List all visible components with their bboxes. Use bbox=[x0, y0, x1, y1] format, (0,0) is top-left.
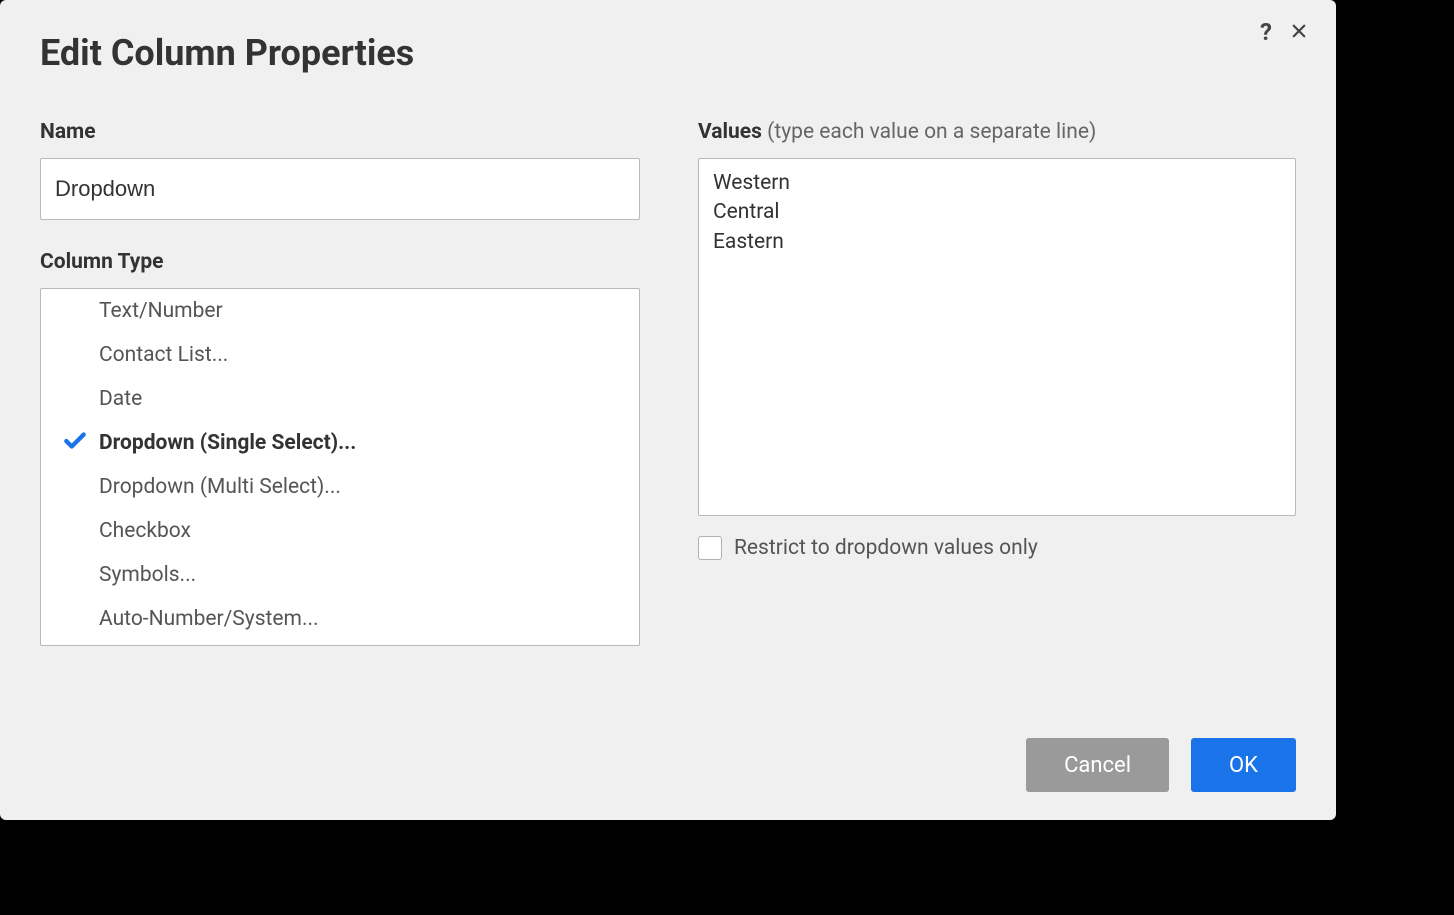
values-label-text: Values bbox=[698, 120, 762, 144]
edit-column-dialog: ? Edit Column Properties Name Column Typ… bbox=[0, 0, 1336, 820]
column-type-option[interactable]: Text/Number bbox=[41, 289, 639, 333]
restrict-checkbox[interactable] bbox=[698, 536, 722, 560]
column-type-option-label: Text/Number bbox=[99, 299, 223, 323]
ok-button[interactable]: OK bbox=[1191, 738, 1296, 792]
left-column: Name Column Type Text/Number Contact List… bbox=[40, 120, 640, 646]
restrict-row: Restrict to dropdown values only bbox=[698, 536, 1296, 560]
dialog-title: Edit Column Properties bbox=[40, 32, 1296, 74]
column-type-option[interactable]: Dropdown (Multi Select)... bbox=[41, 465, 639, 509]
dialog-controls: ? bbox=[1260, 20, 1308, 44]
column-type-label: Column Type bbox=[40, 250, 640, 274]
column-type-option[interactable]: Contact List... bbox=[41, 333, 639, 377]
column-type-option-label: Checkbox bbox=[99, 519, 191, 543]
check-icon bbox=[62, 427, 88, 459]
name-label: Name bbox=[40, 120, 640, 144]
column-type-list[interactable]: Text/Number Contact List... Date Dropdown (… bbox=[40, 288, 640, 646]
column-type-option-label: Auto-Number/System... bbox=[99, 607, 319, 631]
column-type-option-label: Dropdown (Single Select)... bbox=[99, 431, 356, 455]
column-type-option-label: Contact List... bbox=[99, 343, 228, 367]
help-icon[interactable]: ? bbox=[1260, 20, 1272, 44]
check-column bbox=[51, 427, 99, 459]
column-type-option[interactable]: Symbols... bbox=[41, 553, 639, 597]
restrict-label[interactable]: Restrict to dropdown values only bbox=[734, 536, 1038, 560]
right-column: Values (type each value on a separate li… bbox=[698, 120, 1296, 646]
column-type-option-label: Symbols... bbox=[99, 563, 196, 587]
values-label: Values (type each value on a separate li… bbox=[698, 120, 1296, 144]
close-icon[interactable] bbox=[1290, 20, 1308, 44]
column-type-option[interactable]: Date bbox=[41, 377, 639, 421]
values-textarea[interactable] bbox=[698, 158, 1296, 516]
column-type-option[interactable]: Auto-Number/System... bbox=[41, 597, 639, 641]
name-input[interactable] bbox=[40, 158, 640, 220]
content-row: Name Column Type Text/Number Contact List… bbox=[40, 120, 1296, 646]
dialog-footer: Cancel OK bbox=[1026, 738, 1296, 792]
column-type-option[interactable]: Dropdown (Single Select)... bbox=[41, 421, 639, 465]
column-type-option-label: Dropdown (Multi Select)... bbox=[99, 475, 341, 499]
cancel-button[interactable]: Cancel bbox=[1026, 738, 1169, 792]
values-hint: (type each value on a separate line) bbox=[767, 120, 1096, 144]
column-type-option-label: Date bbox=[99, 387, 142, 411]
column-type-option[interactable]: Checkbox bbox=[41, 509, 639, 553]
